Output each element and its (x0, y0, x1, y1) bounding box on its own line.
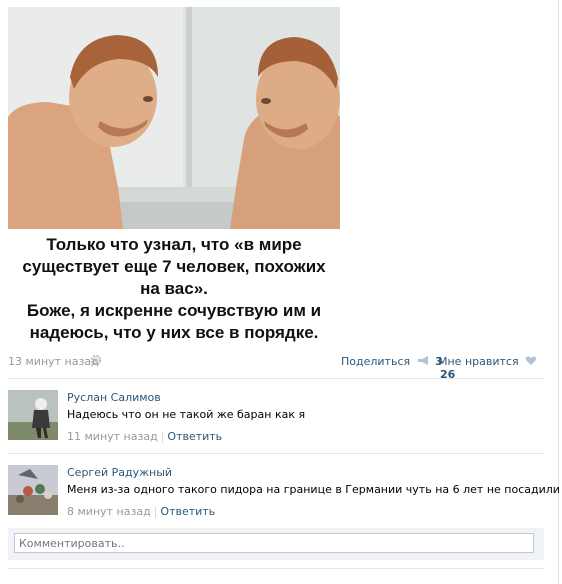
reply-link[interactable]: Ответить (160, 505, 215, 518)
heart-icon (525, 356, 537, 365)
comment-author[interactable]: Руслан Салимов (67, 391, 161, 404)
caption-line: на вас». (140, 279, 208, 298)
share-button[interactable]: Поделиться 3 (341, 355, 443, 368)
comment-text: Надеюсь что он не такой же баран как я (67, 408, 306, 421)
like-count: 26 (440, 368, 456, 381)
comment-meta: 11 минут назад | Ответить (67, 430, 222, 443)
divider (8, 378, 544, 379)
comment-author[interactable]: Сергей Радужный (67, 466, 172, 479)
comment-time[interactable]: 8 минут назад (67, 505, 151, 518)
divider (8, 568, 544, 569)
comment-form (8, 528, 544, 560)
caption-line: Боже, я искренне сочувствую им и (26, 301, 322, 320)
divider (8, 453, 544, 454)
separator: | (153, 505, 158, 518)
gear-icon[interactable] (90, 354, 102, 366)
reply-link[interactable]: Ответить (167, 430, 222, 443)
like-label: Мне нравится (438, 355, 519, 368)
share-label: Поделиться (341, 355, 411, 368)
comment-input[interactable] (14, 533, 534, 553)
caption-line: Только что узнал, что «в мире (46, 235, 302, 254)
caption-line: существует еще 7 человек, похожих (22, 257, 326, 276)
avatar-image-icon (8, 465, 58, 515)
post-caption: Только что узнал, что «в мире существует… (8, 234, 340, 344)
avatar-image-icon (8, 390, 58, 440)
post-meta: 13 минут назад Поделиться 3 Мне нравится… (8, 353, 543, 381)
caption-line: надеюсь, что у них все в порядке. (29, 323, 319, 342)
megaphone-icon (417, 356, 428, 365)
comment-item: Руслан Салимов Надеюсь что он не такой ж… (8, 390, 544, 450)
avatar[interactable] (8, 465, 58, 515)
comment-text: Меня из-за одного такого пидора на грани… (67, 483, 560, 496)
mirror-photo-icon (8, 7, 340, 229)
separator: | (160, 430, 165, 443)
post-image[interactable] (8, 7, 340, 229)
comment-item: Сергей Радужный Меня из-за одного такого… (8, 465, 560, 525)
comment-time[interactable]: 11 минут назад (67, 430, 158, 443)
avatar[interactable] (8, 390, 58, 440)
comment-meta: 8 минут назад | Ответить (67, 505, 215, 518)
post-timestamp[interactable]: 13 минут назад (8, 355, 99, 368)
right-border (558, 0, 559, 584)
